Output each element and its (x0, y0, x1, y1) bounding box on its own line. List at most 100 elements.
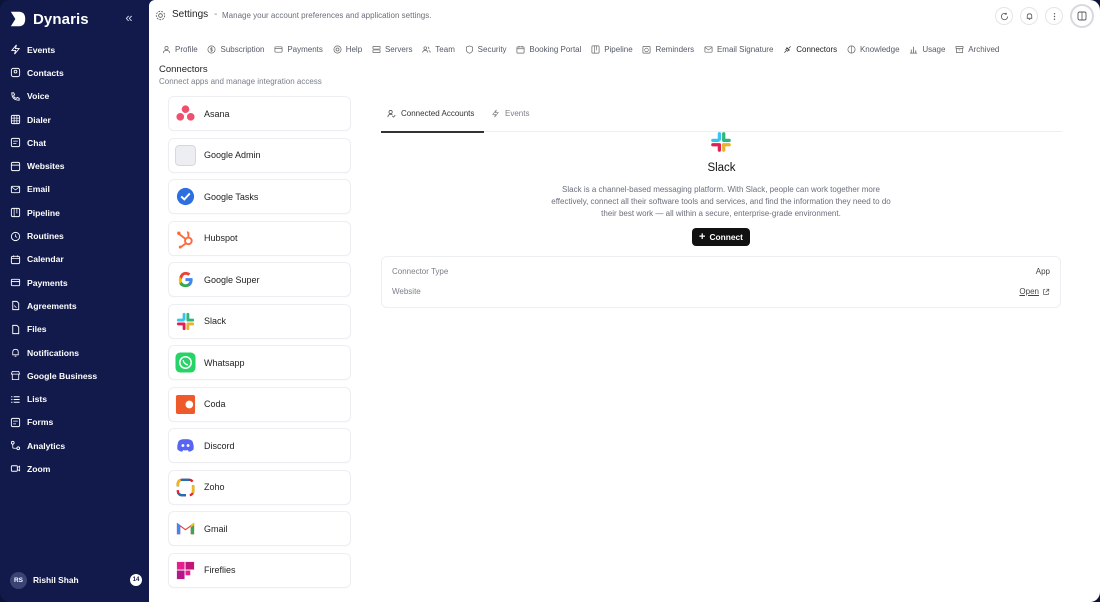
notifications-button[interactable] (1020, 7, 1038, 25)
contacts-icon (10, 67, 21, 78)
chat-icon (10, 137, 21, 148)
more-vertical-icon (1053, 12, 1055, 20)
sidebar-item-label: Chat (27, 137, 47, 148)
connector-zoho[interactable]: Zoho (168, 469, 351, 505)
tab-usage[interactable]: Usage (909, 42, 945, 56)
tab-label: Pipeline (604, 44, 633, 54)
panel-toggle-button[interactable] (1070, 4, 1094, 28)
collapse-sidebar-icon[interactable]: « (122, 11, 136, 25)
sidebar-item-contacts[interactable]: Contacts (0, 61, 149, 84)
google-icon (175, 269, 196, 290)
mail-icon (704, 45, 713, 53)
sidebar-item-pipeline[interactable]: Pipeline (0, 201, 149, 224)
connector-description: Slack is a channel-based messaging platf… (551, 185, 891, 218)
sidebar-item-chat[interactable]: Chat (0, 131, 149, 154)
connector-whatsapp[interactable]: Whatsapp (168, 345, 351, 380)
tab-booking-portal[interactable]: Booking Portal (516, 42, 581, 56)
tab-connected-accounts[interactable]: Connected Accounts (387, 109, 474, 118)
sidebar-item-forms[interactable]: Forms (0, 411, 149, 434)
tab-subscription[interactable]: Subscription (207, 42, 265, 56)
tab-label: Help (345, 44, 363, 54)
connector-label: Zoho (204, 482, 225, 492)
brain-icon (847, 45, 856, 53)
sidebar-item-email[interactable]: Email (0, 178, 149, 201)
connector-google-admin[interactable]: Google Admin (168, 137, 351, 173)
website-open-link[interactable]: Open (1019, 287, 1050, 296)
connector-fireflies[interactable]: Fireflies (168, 552, 351, 588)
sidebar-item-analytics[interactable]: Analytics (0, 434, 149, 457)
tab-label: Connected Accounts (401, 109, 475, 118)
section-subtitle: Connect apps and manage integration acce… (159, 77, 322, 86)
user-icon (162, 45, 171, 53)
connector-hubspot[interactable]: Hubspot (168, 220, 351, 256)
connector-google-super[interactable]: Google Super (168, 262, 351, 297)
connector-label: Google Super (204, 274, 260, 285)
tab-security[interactable]: Security (465, 42, 507, 56)
sidebar-item-voice[interactable]: Voice (0, 85, 149, 108)
tab-connectors[interactable]: Connectors (783, 42, 837, 56)
connector-label: Hubspot (204, 233, 238, 243)
sidebar-item-events[interactable]: Events (0, 38, 149, 61)
team-icon (422, 45, 431, 53)
sidebar-item-files[interactable]: Files (0, 318, 149, 341)
connector-discord[interactable]: Discord (168, 428, 351, 463)
sidebar-item-label: Files (27, 324, 47, 335)
bell-icon (10, 347, 21, 358)
refresh-icon (1000, 12, 1008, 20)
tab-label: Archived (968, 44, 1000, 54)
tab-servers[interactable]: Servers (372, 42, 413, 56)
sidebar-item-label: Zoom (27, 463, 51, 474)
sidebar-item-label: Agreements (27, 300, 77, 311)
brand[interactable]: Dynaris (9, 9, 89, 29)
sidebar-item-dialer[interactable]: Dialer (0, 108, 149, 131)
sidebar-item-routines[interactable]: Routines (0, 224, 149, 247)
user-name: Rishil Shah (33, 575, 79, 585)
connector-google-tasks[interactable]: Google Tasks (168, 179, 351, 214)
sidebar-item-label: Payments (27, 277, 68, 288)
connect-button[interactable]: + Connect (692, 228, 750, 246)
sidebar-item-zoom[interactable]: Zoom (0, 457, 149, 480)
connector-label: Asana (204, 108, 230, 119)
more-options-button[interactable] (1045, 7, 1063, 25)
connector-coda[interactable]: Coda (168, 386, 351, 422)
connector-label: Fireflies (204, 565, 236, 575)
bell-icon (1026, 12, 1032, 20)
topbar: Settings - Manage your account preferenc… (149, 0, 1100, 32)
sidebar-item-notifications[interactable]: Notifications (0, 341, 149, 364)
plus-icon: + (699, 231, 706, 243)
sidebar-item-google-business[interactable]: Google Business (0, 364, 149, 387)
tab-archived[interactable]: Archived (955, 42, 999, 56)
bolt-icon (10, 44, 21, 55)
tab-help[interactable]: Help (333, 42, 362, 56)
connector-asana[interactable]: Asana (168, 96, 351, 131)
fireflies-icon (175, 560, 196, 581)
store-icon (10, 370, 21, 381)
detail-tabs: Connected Accounts Events (381, 103, 1062, 133)
connector-slack[interactable]: Slack (168, 303, 351, 339)
tab-knowledge[interactable]: Knowledge (847, 42, 900, 56)
sidebar-item-calendar[interactable]: Calendar (0, 248, 149, 271)
sidebar-item-websites[interactable]: Websites (0, 154, 149, 177)
tab-events[interactable]: Events (491, 109, 529, 118)
sidebar-item-agreements[interactable]: Agreements (0, 294, 149, 317)
tab-payments[interactable]: Payments (274, 42, 323, 56)
connector-gmail[interactable]: Gmail (168, 511, 351, 546)
sidebar-item-lists[interactable]: Lists (0, 387, 149, 410)
discord-icon (175, 435, 196, 456)
tab-pipeline[interactable]: Pipeline (591, 42, 633, 56)
tab-profile[interactable]: Profile (162, 42, 198, 56)
tab-email-signature[interactable]: Email Signature (704, 42, 773, 56)
refresh-button[interactable] (995, 7, 1013, 25)
sidebar-item-label: Calendar (27, 254, 64, 265)
bar-chart-icon (910, 46, 918, 54)
user-profile[interactable]: RS Rishil Shah 14 (10, 571, 142, 589)
sidebar-item-payments[interactable]: Payments (0, 271, 149, 294)
section-title: Connectors (159, 64, 208, 75)
sidebar-item-label: Notifications (27, 347, 80, 358)
tab-team[interactable]: Team (422, 42, 455, 56)
sidebar-item-label: Google Business (27, 370, 98, 381)
sidebar: Dynaris « Events Contacts Voice Dialer C… (0, 0, 149, 602)
plug-icon (784, 45, 792, 53)
tab-reminders[interactable]: Reminders (642, 42, 694, 56)
dialpad-icon (10, 114, 21, 125)
